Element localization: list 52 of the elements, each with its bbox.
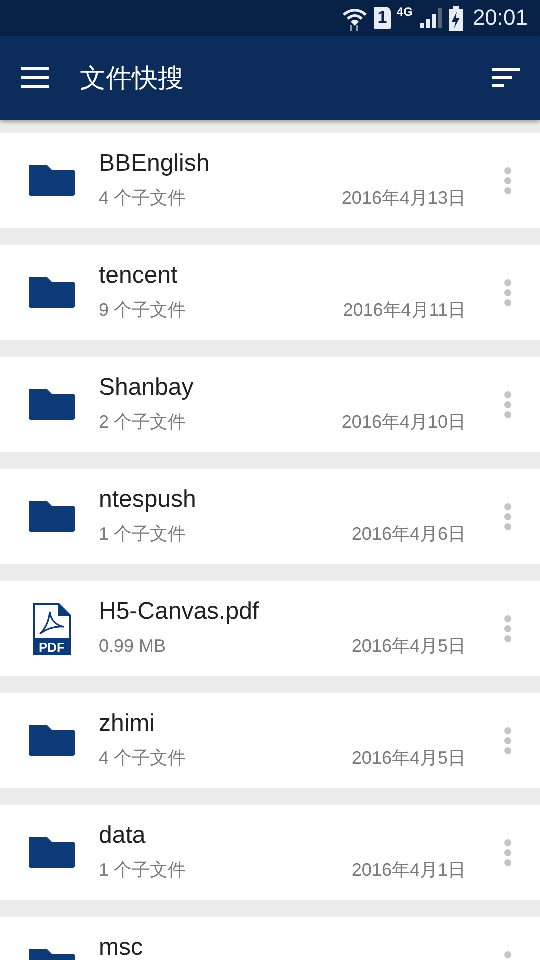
menu-icon[interactable]: [20, 67, 50, 89]
file-list-item[interactable]: BBEnglish 4 个子文件 2016年4月13日: [0, 133, 540, 228]
folder-icon: [29, 725, 75, 756]
file-name: ntespush: [99, 488, 198, 510]
file-date: 2016年4月6日: [352, 522, 466, 544]
file-date: 2016年4月10日: [342, 410, 466, 432]
folder-icon: [29, 501, 75, 532]
file-list-item[interactable]: tencent 9 个子文件 2016年4月11日: [0, 245, 540, 340]
pdf-file-icon: PDF: [33, 602, 71, 654]
file-name: data: [99, 824, 147, 846]
file-date: 2016年4月1日: [352, 858, 466, 880]
battery-charging-icon: [448, 5, 463, 31]
file-detail: 1 个子文件: [99, 858, 186, 880]
file-list-item[interactable]: ntespush 1 个子文件 2016年4月6日: [0, 469, 540, 564]
file-list-item[interactable]: PDF H5-Canvas.pdf 0.99 MB 2016年4月5日: [0, 581, 540, 676]
file-name: tencent: [99, 264, 179, 286]
file-name: Shanbay: [99, 376, 195, 398]
folder-icon: [29, 277, 75, 308]
sort-icon[interactable]: [492, 68, 520, 88]
network-type: 4G: [396, 5, 413, 19]
folder-icon: [29, 389, 75, 420]
file-detail: 0.99 MB: [99, 634, 166, 656]
more-options-icon[interactable]: [504, 390, 512, 418]
file-list-item[interactable]: data 1 个子文件 2016年4月1日: [0, 805, 540, 900]
sim-badge: 1: [374, 7, 391, 29]
more-options-icon[interactable]: [504, 166, 512, 194]
file-name: zhimi: [99, 712, 156, 734]
file-detail: 4 个子文件: [99, 186, 186, 208]
app-title: 文件快搜: [80, 62, 185, 94]
file-detail: 2 个子文件: [99, 410, 186, 432]
file-date: 2016年4月11日: [343, 298, 466, 320]
file-date: 2016年4月5日: [352, 634, 466, 656]
file-list-item[interactable]: msc: [0, 917, 540, 960]
file-detail: 9 个子文件: [99, 298, 186, 320]
folder-icon: [29, 165, 75, 196]
more-options-icon[interactable]: [504, 838, 512, 866]
signal-icon: [418, 7, 443, 29]
file-name: BBEnglish: [99, 152, 211, 174]
more-options-icon[interactable]: [504, 726, 512, 754]
more-options-icon[interactable]: [504, 502, 512, 530]
file-name: H5-Canvas.pdf: [99, 600, 260, 622]
file-detail: 4 个子文件: [99, 746, 186, 768]
file-date: 2016年4月5日: [352, 746, 466, 768]
file-list-item[interactable]: Shanbay 2 个子文件 2016年4月10日: [0, 357, 540, 452]
clock-time: 20:01: [472, 5, 528, 31]
folder-icon: [29, 837, 75, 868]
more-options-icon[interactable]: [504, 614, 512, 642]
file-date: 2016年4月13日: [342, 186, 466, 208]
more-options-icon[interactable]: [504, 278, 512, 306]
file-name: msc: [99, 936, 144, 958]
file-detail: 1 个子文件: [99, 522, 186, 544]
file-list-item[interactable]: zhimi 4 个子文件 2016年4月5日: [0, 693, 540, 788]
